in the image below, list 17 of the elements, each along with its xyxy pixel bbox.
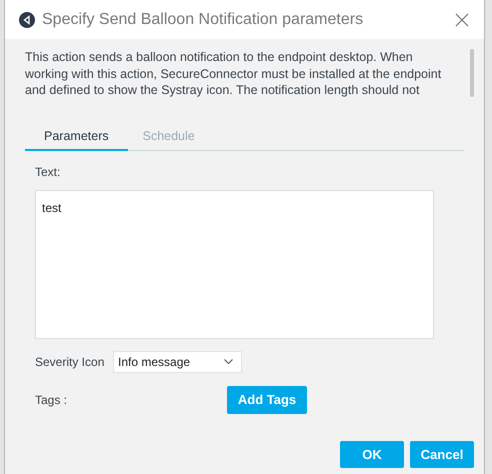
app-icon (19, 12, 35, 28)
field-label: Text: (35, 164, 62, 181)
field-label: Tags : (35, 392, 68, 409)
cancel-button[interactable]: Cancel (410, 441, 474, 468)
tab[interactable]: Parameters (25, 124, 128, 151)
ok-button[interactable]: OK (340, 441, 404, 468)
scrollbar[interactable] (470, 49, 474, 97)
severity-dropdown[interactable]: Info message (113, 350, 242, 373)
text-area[interactable]: test (35, 190, 434, 339)
description-text: This action sends a balloon notification to the endpoint desktop. When working with this action, SecureConnector must be installed at the endpoint and defined to show the Systray icon. The notification length should not (25, 49, 442, 98)
close-icon[interactable] (455, 12, 469, 26)
add-tags-button[interactable]: Add Tags (227, 386, 307, 414)
window-title: Specify Send Balloon Notification parameters (42, 10, 364, 30)
field-label: Severity Icon (35, 354, 106, 371)
text-value: test (42, 200, 62, 215)
tab[interactable]: Schedule (128, 124, 210, 151)
chevron-icon (224, 359, 233, 364)
